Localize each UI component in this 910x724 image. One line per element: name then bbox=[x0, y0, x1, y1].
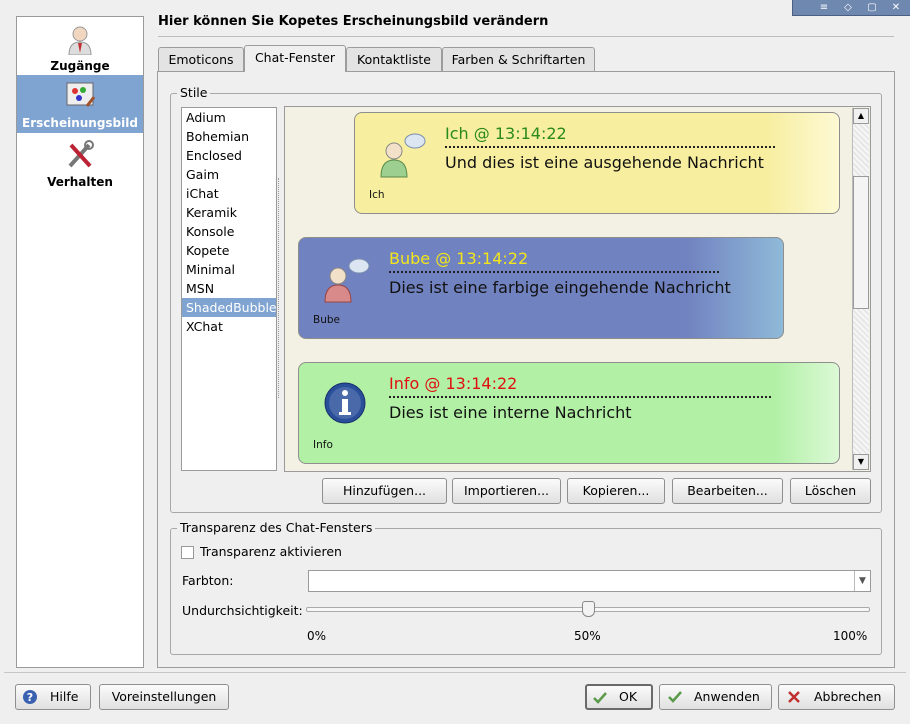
message-text: Dies ist eine interne Nachricht bbox=[389, 403, 632, 422]
tint-label: Farbton: bbox=[182, 573, 234, 588]
help-icon: ? bbox=[23, 690, 37, 704]
transparency-legend: Transparenz des Chat-Fensters bbox=[177, 520, 376, 535]
tab-chat-fenster[interactable]: Chat-Fenster bbox=[244, 45, 346, 72]
sidebar-item-verhalten[interactable]: Verhalten bbox=[17, 135, 143, 193]
edit-style-button[interactable]: Bearbeiten... bbox=[672, 478, 783, 504]
chevron-down-icon[interactable]: ▼ bbox=[854, 571, 870, 591]
help-button[interactable]: ? Hilfe bbox=[15, 684, 91, 710]
add-style-button[interactable]: Hinzufügen... bbox=[322, 478, 447, 504]
defaults-button[interactable]: Voreinstellungen bbox=[99, 684, 229, 710]
opacity-label: Undurchsichtigkeit: bbox=[182, 603, 303, 618]
check-icon bbox=[593, 692, 607, 704]
info-icon bbox=[324, 382, 366, 424]
styles-legend: Stile bbox=[177, 85, 211, 100]
style-list[interactable]: Adium Bohemian Enclosed Gaim iChat Keramik Kon… bbox=[181, 107, 277, 471]
window-menu-icon[interactable]: ≡ bbox=[815, 1, 833, 14]
message-separator bbox=[389, 396, 771, 398]
help-button-label: Hilfe bbox=[50, 689, 79, 704]
sidebar-item-zugaenge[interactable]: Zugänge bbox=[17, 19, 143, 75]
window-titlebar: ≡ ◇ ▢ ✕ bbox=[792, 0, 910, 16]
message-nick: Info bbox=[313, 439, 333, 451]
style-list-item[interactable]: MSN bbox=[182, 279, 276, 298]
message-header: Ich @ 13:14:22 bbox=[445, 124, 567, 143]
svg-text:?: ? bbox=[27, 691, 33, 704]
opacity-scale-mid: 50% bbox=[574, 629, 601, 643]
message-text: Dies ist eine farbige eingehende Nachric… bbox=[389, 278, 731, 297]
message-text: Und dies ist eine ausgehende Nachricht bbox=[445, 153, 764, 172]
style-list-item[interactable]: Minimal bbox=[182, 260, 276, 279]
window-shade-icon[interactable]: ◇ bbox=[839, 1, 857, 14]
ok-button[interactable]: OK bbox=[585, 684, 653, 710]
tab-emoticons[interactable]: Emoticons bbox=[158, 47, 244, 71]
delete-style-button[interactable]: Löschen bbox=[790, 478, 871, 504]
opacity-scale-max: 100% bbox=[833, 629, 868, 643]
style-list-item[interactable]: Bohemian bbox=[182, 127, 276, 146]
user-avatar-icon bbox=[380, 133, 426, 178]
scrollbar-thumb[interactable] bbox=[853, 176, 869, 309]
palette-icon bbox=[66, 82, 95, 107]
message-incoming: Bube Bube @ 13:14:22 Dies ist eine farbi… bbox=[298, 237, 784, 339]
style-list-item[interactable]: Keramik bbox=[182, 203, 276, 222]
style-list-item[interactable]: Gaim bbox=[182, 165, 276, 184]
message-internal: Info Info @ 13:14:22 Dies ist eine inter… bbox=[298, 362, 840, 464]
window-close-icon[interactable]: ✕ bbox=[887, 1, 905, 14]
page-title: Hier können Sie Kopetes Erscheinungsbild… bbox=[158, 14, 549, 29]
apply-button-label: Anwenden bbox=[694, 689, 760, 704]
sidebar-item-label: Verhalten bbox=[47, 175, 113, 189]
chat-preview: Ich Ich @ 13:14:22 Und dies ist eine aus… bbox=[284, 106, 871, 472]
opacity-slider-handle[interactable] bbox=[582, 601, 595, 617]
user-avatar-icon bbox=[324, 258, 370, 303]
sidebar-item-label: Erscheinungsbild bbox=[22, 116, 138, 130]
style-list-item[interactable]: XChat bbox=[182, 317, 276, 336]
splitter-handle[interactable] bbox=[278, 178, 281, 398]
style-list-item[interactable]: Konsole bbox=[182, 222, 276, 241]
apply-button[interactable]: Anwenden bbox=[659, 684, 772, 710]
message-nick: Ich bbox=[369, 189, 385, 201]
style-list-item[interactable]: Enclosed bbox=[182, 146, 276, 165]
window-maximize-icon[interactable]: ▢ bbox=[863, 1, 881, 14]
opacity-scale-min: 0% bbox=[307, 629, 327, 643]
tools-icon bbox=[68, 140, 94, 168]
scroll-down-icon[interactable]: ▼ bbox=[853, 454, 869, 470]
transparency-checkbox-label[interactable]: Transparenz aktivieren bbox=[200, 544, 342, 559]
style-list-item[interactable]: Kopete bbox=[182, 241, 276, 260]
message-separator bbox=[389, 271, 719, 273]
sidebar: Zugänge Erscheinungsbild Verhalten bbox=[16, 16, 144, 668]
message-separator bbox=[445, 146, 775, 148]
message-header: Bube @ 13:14:22 bbox=[389, 249, 529, 268]
header-divider bbox=[158, 36, 894, 37]
check-icon bbox=[668, 691, 682, 703]
scroll-up-icon[interactable]: ▲ bbox=[853, 108, 869, 124]
cancel-button[interactable]: Abbrechen bbox=[778, 684, 895, 710]
style-list-item[interactable]: iChat bbox=[182, 184, 276, 203]
footer-divider bbox=[4, 672, 906, 673]
tab-kontaktliste[interactable]: Kontaktliste bbox=[346, 47, 442, 71]
copy-style-button[interactable]: Kopieren... bbox=[567, 478, 665, 504]
sidebar-item-erscheinungsbild[interactable]: Erscheinungsbild bbox=[17, 75, 143, 133]
preview-scrollbar[interactable]: ▲ ▼ bbox=[852, 108, 869, 470]
transparency-checkbox[interactable] bbox=[181, 546, 194, 559]
tint-color-combo[interactable]: ▼ bbox=[308, 570, 871, 592]
message-outgoing: Ich Ich @ 13:14:22 Und dies ist eine aus… bbox=[354, 112, 840, 214]
message-header: Info @ 13:14:22 bbox=[389, 374, 518, 393]
sidebar-item-label: Zugänge bbox=[50, 59, 110, 73]
tab-farben-schriftarten[interactable]: Farben & Schriftarten bbox=[442, 47, 595, 71]
message-nick: Bube bbox=[313, 314, 340, 326]
cancel-button-label: Abbrechen bbox=[814, 689, 882, 704]
style-list-item[interactable]: Adium bbox=[182, 108, 276, 127]
style-list-item[interactable]: ShadedBubble bbox=[182, 298, 276, 317]
import-style-button[interactable]: Importieren... bbox=[452, 478, 561, 504]
user-icon bbox=[68, 26, 92, 55]
cancel-icon bbox=[788, 691, 800, 703]
ok-button-label: OK bbox=[619, 689, 638, 704]
